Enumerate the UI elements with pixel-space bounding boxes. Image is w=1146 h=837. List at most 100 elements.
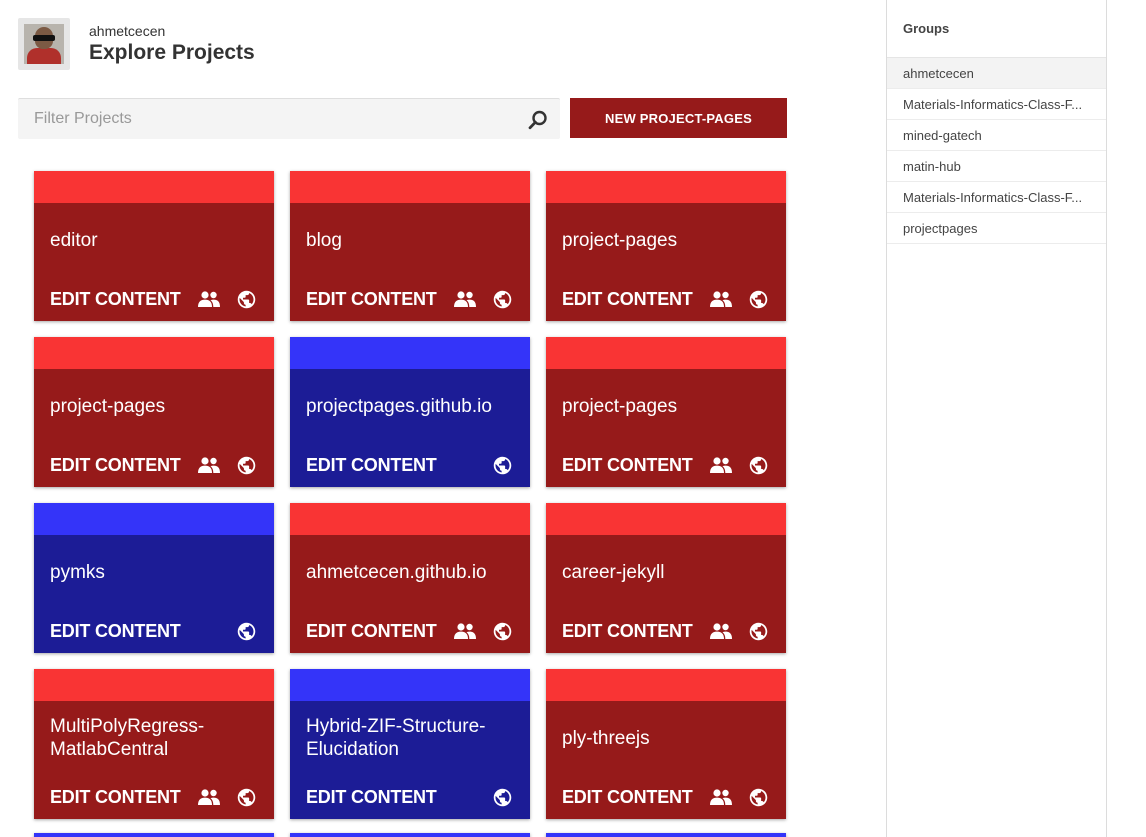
globe-icon[interactable]	[236, 289, 257, 310]
edit-content-link[interactable]: EDIT CONTENT	[562, 289, 693, 309]
project-card-header	[34, 337, 274, 369]
project-card[interactable]: pymks EDIT CONTENT	[34, 503, 274, 653]
search-icon[interactable]	[528, 110, 548, 130]
project-card-body: pymks EDIT CONTENT	[34, 535, 274, 653]
project-card-header	[34, 503, 274, 535]
project-card-header	[290, 669, 530, 701]
project-name[interactable]: pymks	[50, 535, 262, 609]
project-name[interactable]: editor	[50, 203, 262, 277]
project-grid: editor EDIT CONTENT blog EDIT CONTENT projec…	[34, 171, 786, 819]
project-card-header	[34, 669, 274, 701]
project-card-body: projectpages.github.io EDIT CONTENT	[290, 369, 530, 487]
edit-content-link[interactable]: EDIT CONTENT	[50, 621, 181, 641]
filter-projects-field	[18, 98, 560, 139]
group-item[interactable]: Materials-Informatics-Class-F...	[887, 182, 1106, 213]
project-card-partial[interactable]	[290, 833, 530, 837]
group-item[interactable]: projectpages	[887, 213, 1106, 244]
project-card[interactable]: editor EDIT CONTENT	[34, 171, 274, 321]
project-card-body: Hybrid-ZIF-Structure-Elucidation EDIT CON…	[290, 701, 530, 819]
user-block: ahmetcecen Explore Projects	[89, 22, 255, 66]
people-icon	[198, 457, 220, 473]
project-card[interactable]: ply-threejs EDIT CONTENT	[546, 669, 786, 819]
page-header: ahmetcecen Explore Projects	[18, 18, 255, 70]
edit-content-link[interactable]: EDIT CONTENT	[562, 787, 693, 807]
project-card-body: ply-threejs EDIT CONTENT	[546, 701, 786, 819]
groups-title: Groups	[887, 0, 1106, 58]
edit-content-link[interactable]: EDIT CONTENT	[50, 289, 181, 309]
project-card[interactable]: career-jekyll EDIT CONTENT	[546, 503, 786, 653]
people-icon	[454, 291, 476, 307]
project-card-header	[34, 171, 274, 203]
project-card-body: project-pages EDIT CONTENT	[34, 369, 274, 487]
project-card-body: career-jekyll EDIT CONTENT	[546, 535, 786, 653]
project-card[interactable]: MultiPolyRegress-MatlabCentral EDIT CONTE…	[34, 669, 274, 819]
edit-content-link[interactable]: EDIT CONTENT	[306, 787, 437, 807]
project-card[interactable]: project-pages EDIT CONTENT	[546, 337, 786, 487]
project-name[interactable]: project-pages	[50, 369, 262, 443]
new-project-pages-button[interactable]: NEW PROJECT-PAGES	[570, 98, 787, 138]
project-card-header	[546, 337, 786, 369]
group-list: ahmetcecen Materials-Informatics-Class-F.…	[887, 58, 1106, 244]
edit-content-link[interactable]: EDIT CONTENT	[50, 455, 181, 475]
project-card[interactable]: blog EDIT CONTENT	[290, 171, 530, 321]
project-card-header	[546, 503, 786, 535]
edit-content-link[interactable]: EDIT CONTENT	[562, 455, 693, 475]
globe-icon[interactable]	[236, 787, 257, 808]
globe-icon[interactable]	[236, 455, 257, 476]
group-item[interactable]: mined-gatech	[887, 120, 1106, 151]
globe-icon[interactable]	[492, 289, 513, 310]
project-name[interactable]: project-pages	[562, 203, 774, 277]
project-card-partial[interactable]	[546, 833, 786, 837]
project-card-partial[interactable]	[34, 833, 274, 837]
group-item[interactable]: matin-hub	[887, 151, 1106, 182]
people-icon	[198, 789, 220, 805]
project-card[interactable]: project-pages EDIT CONTENT	[546, 171, 786, 321]
project-name[interactable]: projectpages.github.io	[306, 369, 518, 443]
project-card-header	[546, 171, 786, 203]
people-icon	[710, 457, 732, 473]
project-name[interactable]: ahmetcecen.github.io	[306, 535, 518, 609]
globe-icon[interactable]	[748, 289, 769, 310]
globe-icon[interactable]	[748, 787, 769, 808]
project-card-header	[546, 669, 786, 701]
project-card-body: project-pages EDIT CONTENT	[546, 203, 786, 321]
project-name[interactable]: project-pages	[562, 369, 774, 443]
project-card-body: ahmetcecen.github.io EDIT CONTENT	[290, 535, 530, 653]
project-name[interactable]: MultiPolyRegress-MatlabCentral	[50, 701, 262, 775]
edit-content-link[interactable]: EDIT CONTENT	[562, 621, 693, 641]
people-icon	[710, 789, 732, 805]
globe-icon[interactable]	[492, 621, 513, 642]
people-icon	[454, 623, 476, 639]
globe-icon[interactable]	[492, 455, 513, 476]
edit-content-link[interactable]: EDIT CONTENT	[306, 289, 437, 309]
username: ahmetcecen	[89, 23, 166, 39]
globe-icon[interactable]	[748, 455, 769, 476]
edit-content-link[interactable]: EDIT CONTENT	[306, 621, 437, 641]
project-name[interactable]: ply-threejs	[562, 701, 774, 775]
people-icon	[710, 291, 732, 307]
edit-content-link[interactable]: EDIT CONTENT	[50, 787, 181, 807]
group-item[interactable]: Materials-Informatics-Class-F...	[887, 89, 1106, 120]
people-icon	[198, 291, 220, 307]
project-card-body: project-pages EDIT CONTENT	[546, 369, 786, 487]
project-name[interactable]: Hybrid-ZIF-Structure-Elucidation	[306, 701, 518, 775]
people-icon	[710, 623, 732, 639]
globe-icon[interactable]	[748, 621, 769, 642]
project-card[interactable]: project-pages EDIT CONTENT	[34, 337, 274, 487]
project-name[interactable]: career-jekyll	[562, 535, 774, 609]
avatar-image	[24, 24, 64, 64]
project-card-body: editor EDIT CONTENT	[34, 203, 274, 321]
groups-sidebar: Groups ahmetcecen Materials-Informatics-C…	[886, 0, 1107, 837]
group-item[interactable]: ahmetcecen	[887, 58, 1106, 89]
project-card[interactable]: Hybrid-ZIF-Structure-Elucidation EDIT CON…	[290, 669, 530, 819]
project-card[interactable]: ahmetcecen.github.io EDIT CONTENT	[290, 503, 530, 653]
filter-projects-input[interactable]	[18, 99, 560, 139]
project-name[interactable]: blog	[306, 203, 518, 277]
project-card[interactable]: projectpages.github.io EDIT CONTENT	[290, 337, 530, 487]
project-card-header	[290, 337, 530, 369]
globe-icon[interactable]	[492, 787, 513, 808]
edit-content-link[interactable]: EDIT CONTENT	[306, 455, 437, 475]
avatar[interactable]	[18, 18, 70, 70]
globe-icon[interactable]	[236, 621, 257, 642]
project-card-header	[290, 171, 530, 203]
